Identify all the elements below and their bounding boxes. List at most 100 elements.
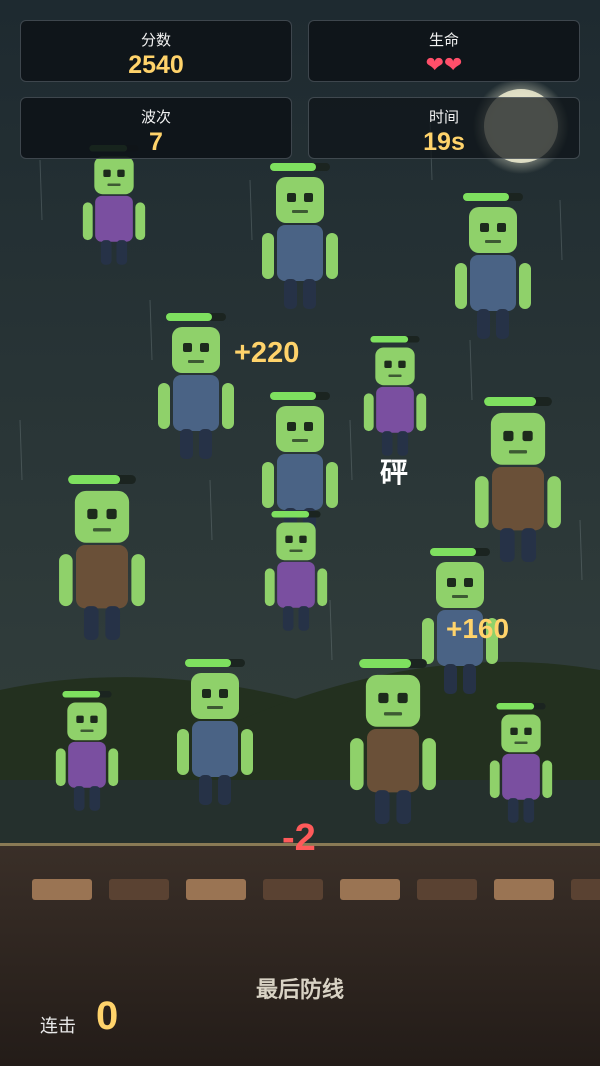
zombie-health-bar [463,193,509,201]
zombie-shirt [68,741,106,788]
zombie-eye [398,360,406,368]
zombie-leg [100,240,112,265]
zombie-arm [542,760,553,799]
zombie-leg [374,790,390,824]
barricade-plank [494,879,554,900]
barricade-plank [32,879,92,900]
zombie-arm [108,748,119,787]
zombie-leg [463,664,476,694]
zombie-leg [116,240,128,265]
zombie-eye [87,508,98,520]
barricade-plank [571,879,600,900]
zombie-leg [199,775,212,805]
zombie-arm [241,729,253,775]
score-popup: +220 [234,337,300,369]
zombie-leg [444,664,457,694]
zombie-health-bar [270,392,316,400]
zombie-arm [326,233,338,279]
score-popup: +160 [446,613,510,644]
zombie-health-bar [370,336,409,343]
combo-value: 0 [96,994,119,1038]
zombie-head [67,702,107,741]
zombie-mouth [80,729,94,732]
zombie-head [469,207,517,253]
zombie-eye [76,715,84,723]
zombie-head [365,674,421,727]
zombie-eye [219,689,228,698]
zombie-eye [287,422,296,431]
zombie-eye [447,578,456,587]
zombie-eye [384,360,392,368]
zombie-health-bar [185,659,231,667]
zombie-arm [547,476,561,529]
zombie-shirt [173,375,219,431]
hit-popup: 砰 [380,457,409,488]
zombie-arm [519,263,531,309]
wave-panel: 波次 7 [20,97,292,159]
time-value: 19s [423,128,465,156]
zombie-shirt [502,753,540,800]
zombie-head [490,412,546,465]
zombie-eye [183,343,192,352]
wave-label: 波次 [140,109,171,126]
game-scene[interactable] [0,0,600,1066]
zombie-leg [73,786,85,811]
zombie-mouth [188,360,204,363]
zombie-eye [304,193,313,202]
score-label: 分数 [140,32,171,49]
defense-line-title: 最后防线 [255,977,344,1002]
zombie-eye [522,430,533,442]
zombie-health-bar [484,397,537,407]
zombie-mouth [107,183,121,186]
zombie-head [436,562,484,608]
zombie-leg [89,786,101,811]
zombie-arm [131,554,145,607]
zombie-mouth [388,374,402,377]
lives-label: 生命 [428,32,459,49]
zombie-arm [422,738,436,791]
wave-value: 7 [149,128,163,156]
score-panel: 分数 2540 [20,20,292,82]
zombie-arm [350,738,364,791]
zombie-eye [90,715,98,723]
zombie-head [94,156,134,195]
time-label: 时间 [428,109,459,126]
zombie-eye [117,169,125,177]
zombie-arm [363,393,374,432]
zombie-mouth [452,595,468,598]
lives-panel: 生命 ❤❤ [308,20,580,82]
zombie-arm [317,568,328,607]
damage-popup: -2 [282,817,316,859]
zombie-head [501,714,541,753]
time-panel: 时间 19s [308,97,580,159]
zombie-arm [326,462,338,508]
hearts-icon: ❤❤ [425,52,463,77]
zombie-shirt [76,545,128,609]
zombie-eye [464,578,473,587]
zombie-shirt [470,255,516,311]
zombie-head [191,673,239,719]
zombie-head [276,522,316,561]
zombie-eye [200,343,209,352]
zombie-eye [503,430,514,442]
zombie-health-bar [62,691,101,698]
zombie-leg [521,528,537,562]
zombie-mouth [92,528,112,532]
zombie-mouth [292,439,308,442]
zombie-arm [422,618,434,664]
zombie-eye [480,223,489,232]
zombie-shirt [376,386,414,433]
zombie-health-bar [68,475,121,485]
zombie-eye [285,535,293,543]
zombie-leg [199,429,212,459]
zombie-eye [299,535,307,543]
combo-label: 连击 [40,1016,76,1036]
zombie-eye [106,508,117,520]
zombie-leg [396,790,412,824]
zombie-mouth [485,240,501,243]
zombie-arm [262,233,274,279]
zombie-health-bar [271,511,310,518]
zombie-shirt [367,729,419,793]
zombie-mouth [383,712,403,716]
zombie-shirt [192,721,238,777]
